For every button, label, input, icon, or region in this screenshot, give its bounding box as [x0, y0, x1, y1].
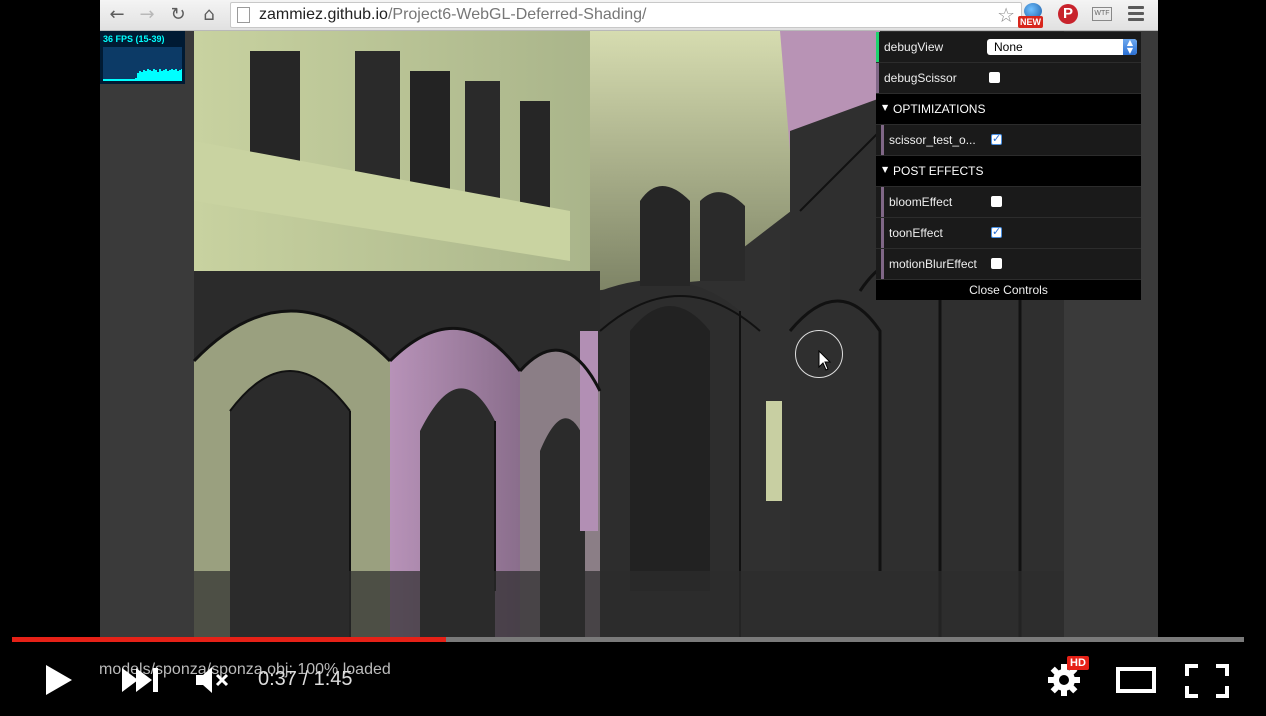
address-bar[interactable]: zammiez.github.io/Project6-WebGL-Deferre…	[230, 2, 1022, 28]
scissor-test-checkbox[interactable]	[991, 132, 1002, 145]
home-icon[interactable]: ⌂	[198, 4, 220, 26]
gui-label: toonEffect	[889, 226, 943, 240]
next-icon[interactable]	[122, 668, 158, 692]
gui-row-motionblur[interactable]: motionBlurEffect	[876, 249, 1141, 280]
reload-icon[interactable]: ↻	[167, 4, 189, 26]
debugscissor-checkbox[interactable]	[989, 72, 1000, 83]
theater-mode-icon[interactable]	[1116, 667, 1156, 693]
row-accent	[881, 125, 884, 155]
gui-label: bloomEffect	[889, 195, 953, 209]
row-accent	[881, 218, 884, 248]
pinterest-icon[interactable]: P	[1058, 3, 1080, 27]
fullscreen-icon[interactable]	[1185, 664, 1229, 698]
close-controls-button[interactable]: Close Controls	[876, 280, 1141, 300]
star-icon[interactable]: ☆	[997, 3, 1015, 27]
folder-optimizations[interactable]: ▼ OPTIMIZATIONS	[876, 94, 1141, 125]
select-arrows-icon: ▲ ▼	[1123, 39, 1137, 55]
menu-icon[interactable]	[1128, 6, 1144, 24]
mute-icon[interactable]	[196, 666, 232, 694]
mouse-cursor-icon	[818, 350, 832, 371]
video-progress-bar[interactable]	[12, 637, 1244, 642]
back-icon[interactable]: ←	[106, 4, 128, 26]
url-host: zammiez.github.io	[259, 6, 388, 23]
row-accent	[881, 187, 884, 217]
gui-label: debugView	[884, 40, 944, 54]
folder-expanded-icon: ▼	[882, 103, 889, 112]
video-time: 0:37 / 1:45	[258, 668, 353, 691]
row-accent	[876, 63, 879, 93]
bloom-checkbox[interactable]	[991, 196, 1002, 207]
toon-checkbox[interactable]	[991, 225, 1002, 238]
new-badge: NEW	[1018, 16, 1043, 28]
url-path: /Project6-WebGL-Deferred-Shading/	[387, 6, 647, 23]
fps-bar	[181, 69, 182, 81]
motionblur-checkbox[interactable]	[991, 258, 1002, 269]
gui-label: motionBlurEffect	[889, 257, 977, 271]
select-value: None	[994, 40, 1023, 54]
row-accent	[881, 249, 884, 279]
duration: 1:45	[313, 668, 353, 690]
folder-title: POST EFFECTS	[893, 164, 984, 178]
video-progress-played	[12, 637, 446, 642]
gui-row-scissor-test[interactable]: scissor_test_o...	[876, 125, 1141, 156]
play-icon[interactable]	[44, 664, 74, 696]
page-icon	[237, 7, 250, 23]
wtf-extension-icon[interactable]: WTF	[1092, 3, 1114, 27]
folder-post-effects[interactable]: ▼ POST EFFECTS	[876, 156, 1141, 187]
forward-icon[interactable]: →	[136, 4, 158, 26]
hd-badge: HD	[1067, 656, 1089, 670]
time-separator: /	[296, 668, 314, 690]
debugview-select[interactable]: None ▲ ▼	[987, 39, 1137, 55]
new-extension-icon[interactable]: NEW	[1018, 3, 1048, 28]
fps-graph	[103, 47, 182, 81]
pinterest-letter: P	[1058, 4, 1078, 24]
browser-toolbar: ← → ↻ ⌂ zammiez.github.io/Project6-WebGL…	[100, 0, 1158, 31]
gui-row-debugscissor[interactable]: debugScissor	[876, 63, 1141, 94]
fps-text: 36 FPS (15-39)	[103, 34, 165, 44]
folder-title: OPTIMIZATIONS	[893, 102, 986, 116]
gui-row-debugview[interactable]: debugView None ▲ ▼	[876, 32, 1141, 63]
gui-row-toon[interactable]: toonEffect	[876, 218, 1141, 249]
gui-label: scissor_test_o...	[889, 133, 976, 147]
current-time: 0:37	[258, 668, 297, 690]
fps-stats-panel[interactable]: 36 FPS (15-39)	[100, 31, 185, 84]
row-accent	[876, 32, 879, 62]
wtf-label: WTF	[1092, 7, 1112, 21]
dat-gui-panel: debugView None ▲ ▼ debugScissor ▼ OPTIMIZ…	[876, 32, 1141, 300]
url-text[interactable]: zammiez.github.io/Project6-WebGL-Deferre…	[259, 6, 646, 24]
folder-expanded-icon: ▼	[882, 165, 889, 174]
gui-label: debugScissor	[884, 71, 957, 85]
gui-row-bloom[interactable]: bloomEffect	[876, 187, 1141, 218]
